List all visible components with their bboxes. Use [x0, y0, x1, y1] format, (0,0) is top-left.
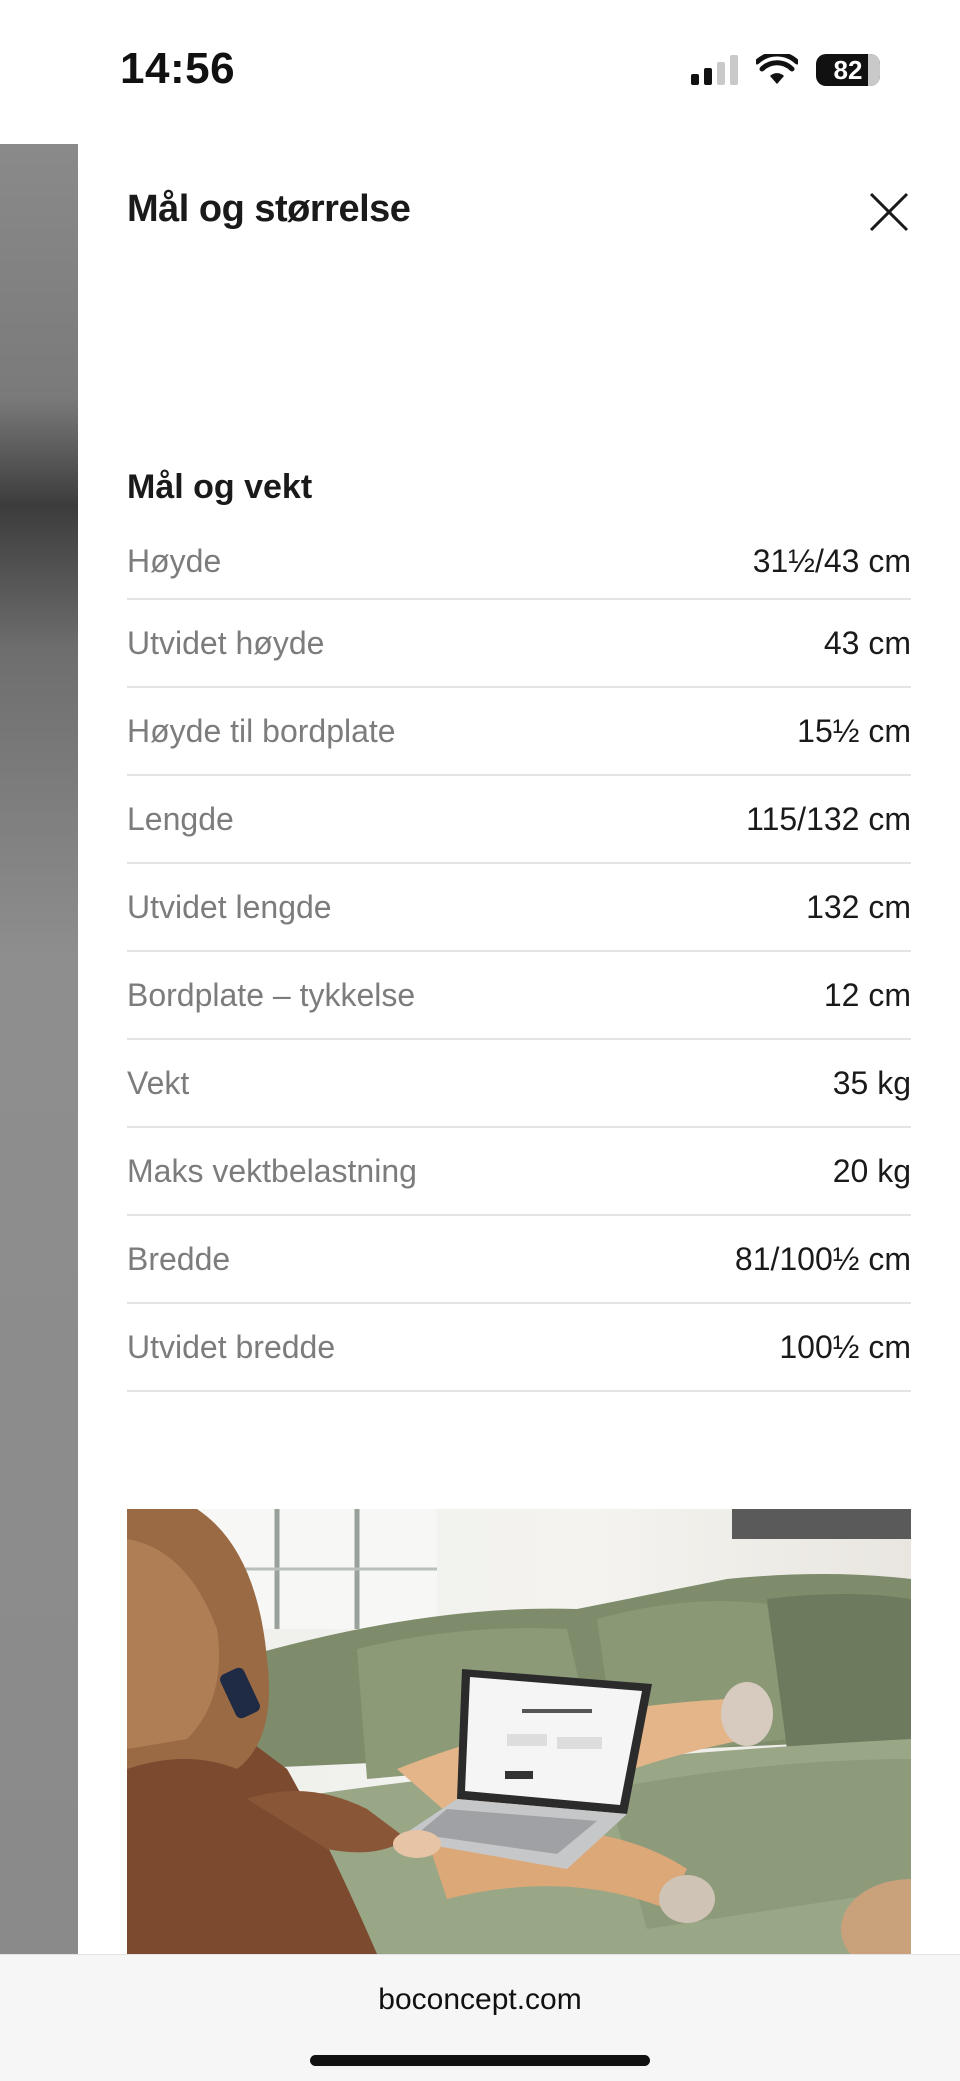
spec-label: Vekt: [127, 1064, 190, 1101]
spec-label: Bredde: [127, 1240, 231, 1277]
status-time: 14:56: [120, 44, 236, 93]
signal-icon: [691, 55, 738, 85]
screen: 14:56 82 Mål og størrelse Mål og vekt Hø…: [0, 0, 960, 2081]
spec-label: Utvidet høyde: [127, 624, 325, 661]
spec-value: 12 cm: [823, 976, 911, 1013]
browser-url-bar[interactable]: boconcept.com: [0, 1954, 960, 2081]
promo-image[interactable]: [127, 1509, 911, 1954]
spec-row: Maks vektbelastning 20 kg: [127, 1128, 911, 1216]
status-icons: 82: [691, 50, 880, 90]
battery-icon: 82: [816, 54, 880, 86]
spec-value: 115/132 cm: [746, 800, 911, 837]
spec-label: Lengde: [127, 800, 234, 837]
close-button[interactable]: [865, 188, 913, 236]
spec-label: Utvidet bredde: [127, 1328, 336, 1365]
spec-label: Bordplate – tykkelse: [127, 976, 416, 1013]
section-heading: Mål og vekt: [127, 468, 313, 506]
spec-value: 81/100½ cm: [734, 1240, 911, 1277]
spec-list: Høyde 31½/43 cm Utvidet høyde 43 cm Høyd…: [127, 524, 911, 1392]
spec-row: Bordplate – tykkelse 12 cm: [127, 952, 911, 1040]
spec-value: 132 cm: [806, 888, 911, 925]
spec-row: Bredde 81/100½ cm: [127, 1216, 911, 1304]
spec-row: Vekt 35 kg: [127, 1040, 911, 1128]
spec-label: Utvidet lengde: [127, 888, 332, 925]
status-bar: 14:56 82: [0, 0, 960, 144]
spec-value: 100½ cm: [779, 1328, 911, 1365]
spec-value: 35 kg: [832, 1064, 911, 1101]
spec-row: Lengde 115/132 cm: [127, 776, 911, 864]
spec-label: Høyde: [127, 542, 222, 579]
home-indicator[interactable]: [310, 2055, 650, 2066]
spec-value: 43 cm: [823, 624, 911, 661]
spec-row: Utvidet høyde 43 cm: [127, 600, 911, 688]
wifi-icon: [756, 54, 798, 84]
url-text[interactable]: boconcept.com: [0, 1983, 960, 2017]
close-icon: [869, 192, 909, 232]
spec-row: Utvidet lengde 132 cm: [127, 864, 911, 952]
spec-label: Maks vektbelastning: [127, 1152, 417, 1189]
spec-value: 20 kg: [832, 1152, 911, 1189]
spec-row: Høyde 31½/43 cm: [127, 524, 911, 600]
spec-value: 31½/43 cm: [752, 542, 911, 579]
spec-value: 15½ cm: [797, 712, 911, 749]
dimensions-panel: Mål og størrelse Mål og vekt Høyde 31½/4…: [78, 144, 960, 1954]
spec-row: Utvidet bredde 100½ cm: [127, 1304, 911, 1392]
sofa-laptop-illustration: [127, 1509, 911, 1954]
spec-row: Høyde til bordplate 15½ cm: [127, 688, 911, 776]
battery-level: 82: [833, 54, 863, 85]
page-backdrop[interactable]: [0, 144, 78, 1954]
panel-title: Mål og størrelse: [127, 188, 411, 230]
spec-label: Høyde til bordplate: [127, 712, 396, 749]
